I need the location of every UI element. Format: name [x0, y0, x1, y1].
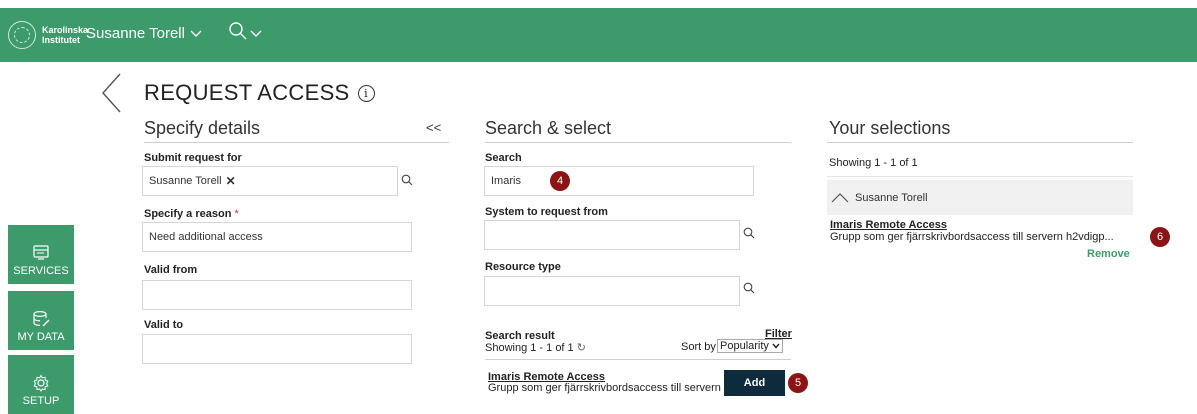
services-icon — [33, 245, 49, 260]
info-icon[interactable]: i — [357, 84, 375, 102]
search-heading: Search & select — [485, 118, 612, 138]
search-icon[interactable] — [401, 174, 413, 186]
database-icon — [33, 310, 50, 327]
sort-by-label: Sort by — [681, 341, 716, 353]
reason-value: Need additional access — [149, 231, 263, 243]
resource-type-label: Resource type — [485, 261, 561, 273]
chevron-down-icon — [190, 30, 202, 37]
search-label: Search — [485, 152, 522, 164]
back-button[interactable] — [100, 72, 124, 119]
submit-for-label: Submit request for — [144, 152, 242, 164]
valid-from-field[interactable] — [142, 280, 412, 310]
sidebar-item-label: SETUP — [22, 395, 60, 407]
divider — [485, 142, 791, 143]
valid-to-field[interactable] — [142, 334, 412, 364]
sidebar-item-my-data[interactable]: MY DATA — [8, 291, 74, 350]
top-bar: Karolinska Institutet Susanne Torell — [0, 8, 1197, 62]
remove-button[interactable]: Remove — [1087, 248, 1130, 260]
karolinska-logo[interactable]: Karolinska Institutet — [8, 21, 92, 49]
selection-description: Grupp som ger fjärrskrivbordsaccess till… — [830, 231, 1114, 243]
collapse-button[interactable]: << — [426, 120, 441, 135]
logo-text: Karolinska Institutet — [42, 25, 89, 45]
reason-label: Specify a reason * — [144, 208, 239, 220]
sidebar-item-services[interactable]: SERVICES — [8, 225, 74, 284]
valid-to-label: Valid to — [144, 319, 184, 331]
result-count: Showing 1 - 1 of 1 ↻ — [485, 342, 586, 354]
sidebar-item-setup[interactable]: SETUP — [8, 355, 74, 414]
chevron-up-icon — [831, 192, 849, 202]
user-name: Susanne Torell — [86, 25, 185, 42]
sort-select[interactable]: Popularity — [717, 339, 783, 353]
chevron-down-icon — [250, 30, 262, 37]
chevron-down-icon — [772, 343, 780, 349]
search-menu[interactable] — [228, 21, 262, 41]
result-description: Grupp som ger fjärrskrivbordsaccess till… — [488, 382, 721, 394]
step-badge-6: 6 — [1150, 227, 1170, 247]
step-badge-4: 4 — [550, 171, 570, 191]
page-title: REQUEST ACCESS i — [144, 80, 375, 106]
details-heading: Specify details — [144, 118, 261, 138]
resource-type-field[interactable] — [484, 276, 740, 306]
divider — [485, 359, 791, 360]
sidebar-item-label: MY DATA — [17, 331, 65, 343]
page-title-text: REQUEST ACCESS — [144, 80, 350, 105]
reason-field[interactable]: Need additional access — [142, 222, 412, 252]
refresh-icon[interactable]: ↻ — [577, 342, 586, 354]
seal-icon — [8, 21, 36, 49]
gear-icon — [33, 374, 49, 392]
selection-title-link[interactable]: Imaris Remote Access — [830, 219, 947, 231]
submit-for-field[interactable]: Susanne Torell ✕ — [142, 166, 398, 196]
search-input[interactable]: Imaris — [484, 166, 754, 196]
search-value: Imaris — [491, 175, 521, 187]
add-button[interactable]: Add — [724, 370, 785, 396]
valid-from-label: Valid from — [144, 264, 198, 276]
sidebar-item-label: SERVICES — [13, 265, 69, 277]
selections-heading: Your selections — [829, 118, 951, 138]
divider — [827, 176, 1133, 177]
divider — [144, 142, 449, 143]
selected-user-chip: Susanne Torell — [149, 175, 222, 187]
search-icon — [229, 22, 247, 40]
search-icon[interactable] — [743, 282, 755, 294]
search-icon[interactable] — [743, 227, 755, 239]
divider — [827, 142, 1133, 143]
selection-group-header[interactable]: Susanne Torell — [827, 180, 1133, 215]
system-label: System to request from — [485, 206, 608, 218]
user-menu[interactable]: Susanne Torell — [86, 25, 202, 42]
remove-user-icon[interactable]: ✕ — [226, 174, 236, 188]
chevron-left-icon — [102, 73, 121, 113]
system-field[interactable] — [484, 220, 740, 250]
selection-group-name: Susanne Torell — [855, 191, 928, 204]
selections-count: Showing 1 - 1 of 1 — [829, 157, 918, 169]
step-badge-5: 5 — [788, 373, 808, 393]
required-asterisk: * — [234, 208, 239, 220]
